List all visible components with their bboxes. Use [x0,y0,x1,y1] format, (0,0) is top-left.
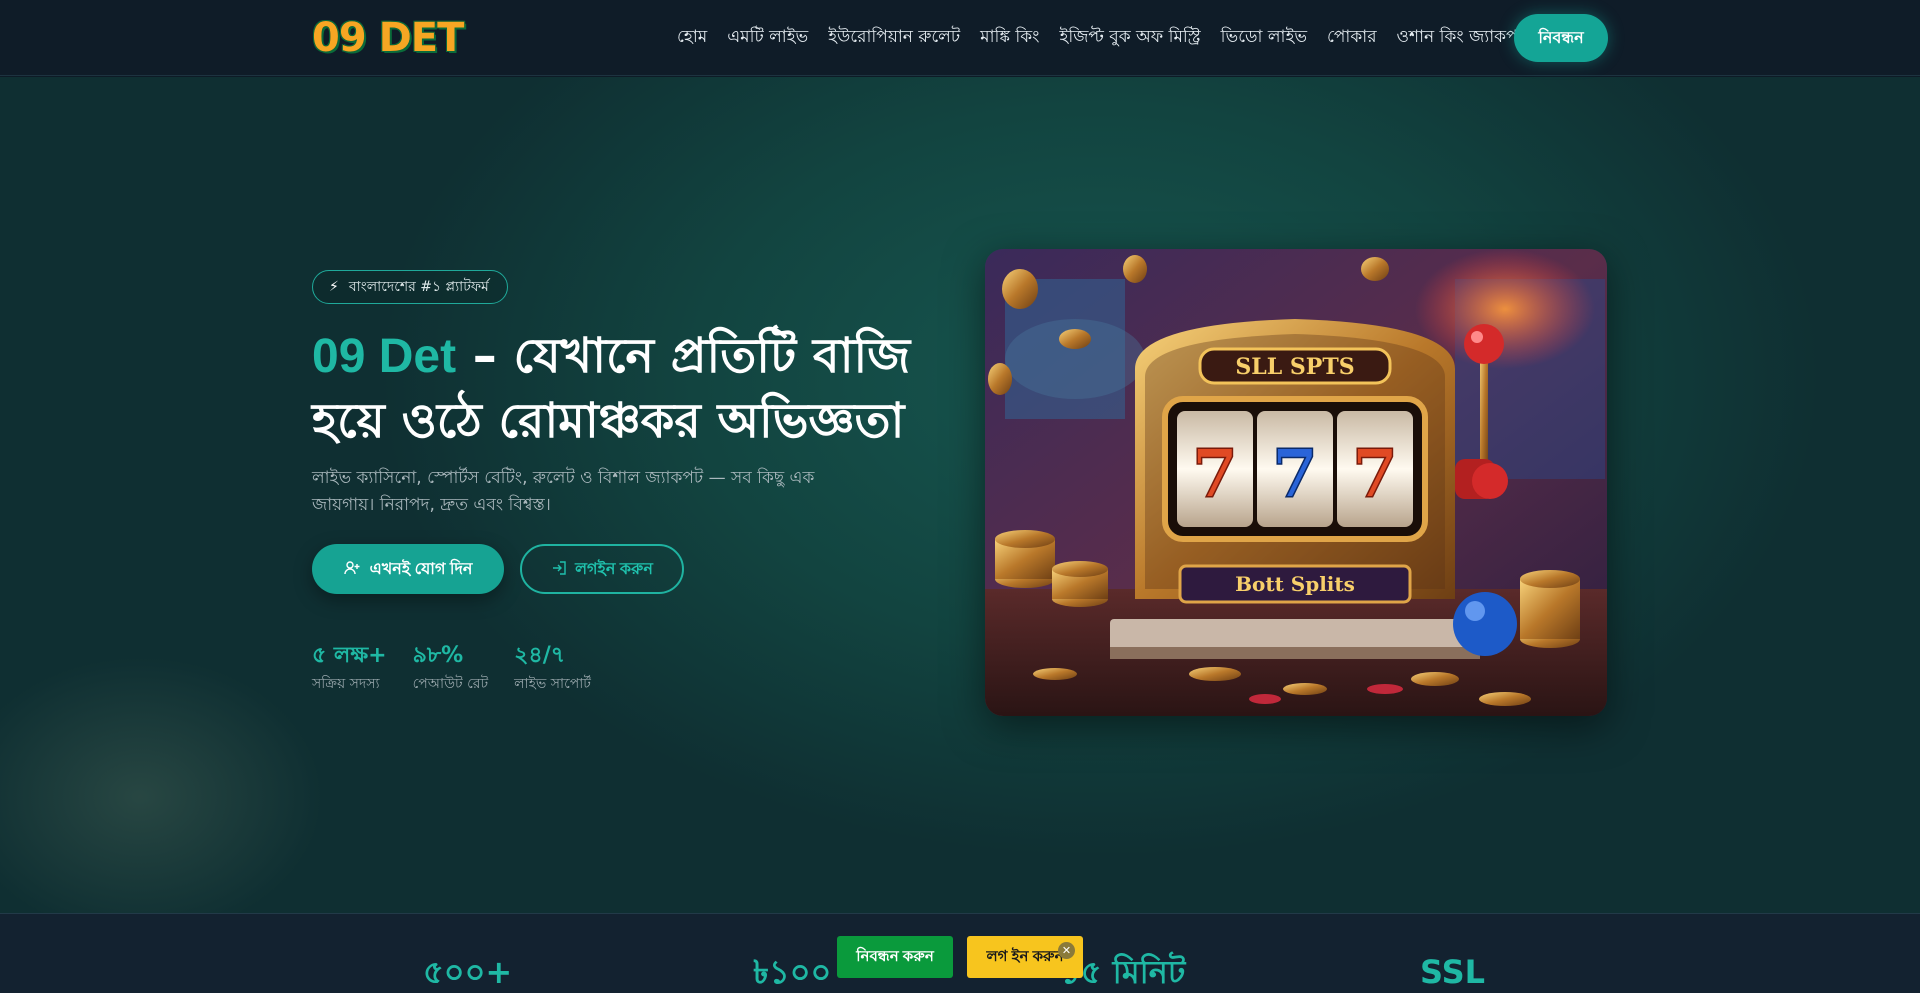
site-header: 09 DET হোম এমটি লাইভ ইউরোপিয়ান রুলেট মা… [0,0,1920,76]
reel-1-symbol: 7 [1192,435,1238,513]
user-plus-icon [343,560,360,579]
stat-value: ৫ লক্ষ+ [312,643,387,668]
platform-badge: ⚡ বাংলাদেশের #১ প্ল্যাটফর্ম [312,270,508,304]
close-icon[interactable]: ✕ [1058,942,1075,959]
floating-register-button[interactable]: নিবন্ধন করুন [837,936,953,978]
nav-item-video-live[interactable]: ভিডো লাইভ [1221,24,1307,52]
stat-support: ২৪/৭ লাইভ সাপোর্ট [514,642,591,696]
hero-title: 09 Det – যেখানে প্রতিটি বাজি হয়ে ওঠে রো… [312,324,952,453]
reel-3-symbol: 7 [1352,435,1398,513]
slot-machine-illustration: SLL SPTS 7 7 7 Bott Splits [985,249,1607,716]
strip-stat-games: ৫০০+ [423,953,513,991]
stat-payout: ৯৮% পেআউট রেট [413,642,489,696]
nav-item-home[interactable]: হোম [677,24,707,52]
nav-item-european-roulette[interactable]: ইউরোপিয়ান রুলেট [828,24,960,52]
slot-bottom-sign: Bott Splits [1235,572,1355,596]
nav-item-ocean-king[interactable]: ওশান কিং জ্যাকপট [1397,24,1527,52]
header-register-button[interactable]: নিবন্ধন [1514,14,1608,62]
bolt-icon: ⚡ [329,279,339,295]
login-icon [551,560,567,579]
hero-slot-image: SLL SPTS 7 7 7 Bott Splits [985,249,1607,716]
hero-stats: ৫ লক্ষ+ সক্রিয় সদস্য ৯৮% পেআউট রেট ২৪/৭… [312,642,591,696]
stats-strip: ৫০০+ ৳১০০ ১৫ মিনিট SSL [0,913,1920,993]
site-logo[interactable]: 09 DET [312,14,464,62]
main-nav: হোম এমটি লাইভ ইউরোপিয়ান রুলেট মাঙ্কি কি… [677,0,1527,76]
join-now-label: এখনই যোগ দিন [369,560,473,578]
login-button[interactable]: লগইন করুন [520,544,684,594]
stat-label: লাইভ সাপোর্ট [514,676,591,692]
nav-item-mt-live[interactable]: এমটি লাইভ [727,24,808,52]
badge-text: বাংলাদেশের #১ প্ল্যাটফর্ম [348,279,489,295]
reel-2-symbol: 7 [1272,435,1318,513]
hero-subtitle: লাইভ ক্যাসিনো, স্পোর্টস বেটিং, রুলেট ও ব… [312,468,815,515]
strip-stat-security: SSL [1420,953,1486,991]
stat-members: ৫ লক্ষ+ সক্রিয় সদস্য [312,642,387,696]
slot-top-sign: SLL SPTS [1235,354,1354,380]
nav-item-monkey-king[interactable]: মাঙ্কি কিং [980,24,1039,52]
nav-item-poker[interactable]: পোকার [1327,24,1377,52]
stat-value: ৯৮% [412,643,464,668]
stat-value: ২৪/৭ [514,643,566,668]
strip-stat-min-deposit: ৳১০০ [753,953,832,991]
stat-label: পেআউট রেট [412,676,489,692]
nav-item-egypt-book[interactable]: ইজিপ্ট বুক অফ মিস্ট্রি [1059,24,1200,52]
hero-section: ⚡ বাংলাদেশের #১ প্ল্যাটফর্ম 09 Det – যেখ… [0,77,1920,913]
join-now-button[interactable]: এখনই যোগ দিন [312,544,504,594]
hero-title-brand: 09 Det [312,330,457,383]
stat-label: সক্রিয় সদস্য [312,676,380,692]
login-label: লগইন করুন [575,560,653,578]
